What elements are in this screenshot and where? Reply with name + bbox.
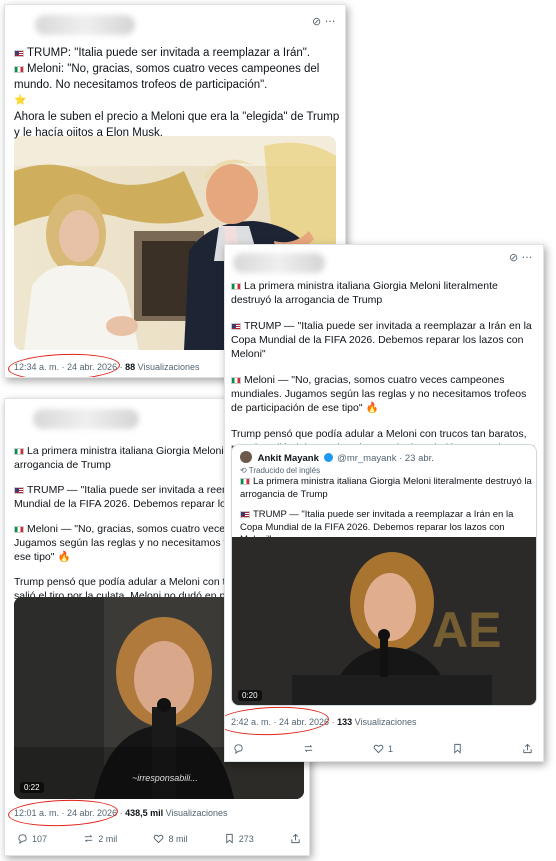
video-duration: 0:20 bbox=[238, 690, 262, 701]
post-b-para3: Meloni — "No, gracias, somos cuatro vece… bbox=[231, 374, 527, 414]
post-c-actions: 107 2 mil 8 mil 273 bbox=[17, 833, 301, 844]
italy-flag-icon bbox=[240, 478, 250, 485]
post-b-view-count: 133 bbox=[337, 717, 353, 727]
blurred-author bbox=[35, 15, 135, 35]
us-flag-icon bbox=[14, 50, 24, 57]
post-c-view-count: 438,5 mil bbox=[125, 808, 164, 818]
quoted-avatar[interactable] bbox=[240, 451, 252, 463]
reply-button[interactable]: 107 bbox=[17, 833, 47, 844]
post-b-views-label: Visualizaciones bbox=[354, 717, 417, 727]
timestamp-highlight-circle-c bbox=[7, 798, 119, 828]
like-icon bbox=[154, 834, 164, 844]
quoted-post[interactable]: Ankit Mayank @mr_mayank · 23 abr. ⟲ Trad… bbox=[231, 444, 537, 706]
post-a-view-count: 88 bbox=[125, 362, 136, 372]
timestamp-highlight-circle-a bbox=[7, 352, 121, 377]
verified-icon bbox=[323, 453, 333, 462]
post-card-b: ⊘ ··· La primera ministra italiana Giorg… bbox=[224, 244, 544, 762]
post-b-para1: La primera ministra italiana Giorgia Mel… bbox=[231, 280, 498, 306]
reply-button[interactable] bbox=[233, 743, 244, 754]
quoted-text: La primera ministra italiana Giorgia Mel… bbox=[240, 476, 532, 547]
post-a-views-label: Visualizaciones bbox=[137, 362, 200, 372]
reply-icon bbox=[18, 834, 27, 844]
quoted-author-handle: @mr_mayank · 23 abr. bbox=[337, 453, 434, 464]
post-b-text: La primera ministra italiana Giorgia Mel… bbox=[231, 279, 537, 469]
translated-note: ⟲ Traducido del inglés bbox=[240, 466, 321, 475]
italy-flag-icon bbox=[231, 377, 241, 384]
bookmark-icon bbox=[226, 833, 233, 844]
us-flag-icon bbox=[14, 487, 24, 494]
us-flag-icon bbox=[231, 323, 241, 330]
italy-flag-icon bbox=[14, 448, 24, 455]
bookmark-button[interactable] bbox=[452, 743, 463, 754]
video-caption: ~irresponsabili... bbox=[132, 773, 198, 783]
repost-button[interactable]: 2 mil bbox=[83, 833, 117, 844]
quoted-author-name[interactable]: Ankit Mayank bbox=[258, 453, 319, 464]
quoted-video[interactable]: AE 0:20 bbox=[232, 537, 536, 705]
blurred-author bbox=[33, 409, 139, 429]
fire-emoji: 🔥 bbox=[57, 551, 71, 563]
post-b-top-icons: ⊘ ··· bbox=[509, 251, 532, 264]
like-button[interactable]: 8 mil bbox=[153, 833, 188, 844]
repost-icon bbox=[85, 835, 93, 842]
repost-icon bbox=[304, 745, 313, 752]
italy-flag-icon bbox=[231, 283, 241, 290]
grok-icon[interactable]: ⊘ bbox=[509, 251, 518, 264]
star-emoji: ⭐ bbox=[14, 95, 27, 106]
reply-icon bbox=[234, 744, 243, 754]
svg-text:AE: AE bbox=[432, 602, 501, 658]
bookmark-button[interactable]: 273 bbox=[224, 833, 254, 844]
blurred-author bbox=[233, 253, 325, 273]
grok-icon[interactable]: ⊘ bbox=[312, 15, 321, 28]
quoted-para1: La primera ministra italiana Giorgia Mel… bbox=[240, 476, 532, 500]
italy-flag-icon bbox=[14, 66, 24, 73]
post-b-actions: 1 bbox=[233, 743, 533, 754]
like-button[interactable]: 1 bbox=[373, 743, 393, 754]
more-icon[interactable]: ··· bbox=[325, 15, 336, 28]
post-c-views-label: Visualizaciones bbox=[165, 808, 228, 818]
fire-emoji: 🔥 bbox=[365, 402, 379, 414]
us-flag-icon bbox=[240, 511, 250, 518]
more-icon[interactable]: ··· bbox=[522, 251, 533, 264]
italy-flag-icon bbox=[14, 526, 24, 533]
post-a-text: TRUMP: "Italia puede ser invitada a reem… bbox=[14, 45, 340, 141]
post-a-line2: Meloni: "No, gracias, somos cuatro veces… bbox=[14, 63, 320, 91]
share-icon bbox=[291, 833, 300, 844]
repost-button[interactable] bbox=[303, 743, 314, 754]
bookmark-icon bbox=[454, 743, 461, 754]
post-a-top-icons: ⊘ ··· bbox=[312, 15, 335, 28]
video-duration: 0:22 bbox=[20, 782, 44, 793]
post-b-para2: TRUMP — "Italia puede ser invitada a ree… bbox=[231, 320, 532, 360]
meloni-speech-frame: AE bbox=[232, 537, 536, 705]
like-icon bbox=[373, 744, 384, 754]
quoted-post-header: Ankit Mayank @mr_mayank · 23 abr. bbox=[240, 451, 434, 464]
translate-icon: ⟲ bbox=[240, 466, 247, 475]
post-a-line1: TRUMP: "Italia puede ser invitada a reem… bbox=[14, 45, 340, 61]
share-icon bbox=[523, 743, 532, 754]
share-button[interactable] bbox=[290, 833, 301, 844]
share-button[interactable] bbox=[522, 743, 533, 754]
timestamp-highlight-circle-b bbox=[225, 705, 330, 737]
